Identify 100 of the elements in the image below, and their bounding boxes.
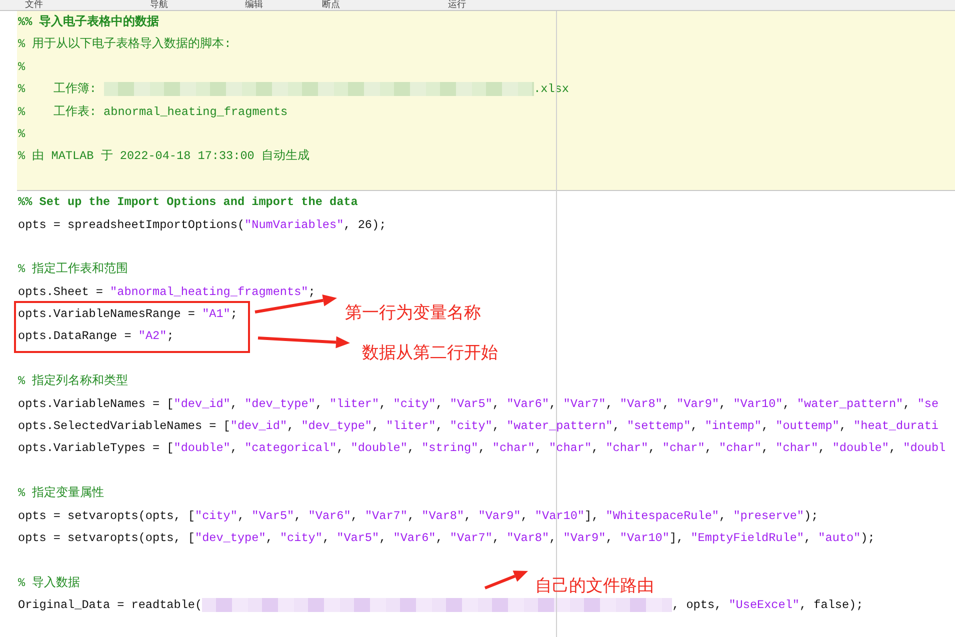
code-text: opts.SelectedVariableNames = [	[18, 418, 230, 436]
code-text: );	[860, 530, 875, 547]
string-literal: "Var8"	[506, 530, 550, 547]
string-literal: "Var6"	[506, 396, 550, 413]
code-text: ,	[266, 530, 274, 547]
code-text: ,	[592, 440, 600, 458]
code-text: ,	[818, 440, 826, 458]
code-text: ,	[762, 440, 770, 458]
code-text: ,	[379, 530, 388, 547]
code-text: ,	[287, 418, 296, 436]
string-literal: "char"	[606, 440, 648, 458]
cell-title: %% 导入电子表格中的数据	[18, 14, 160, 31]
string-literal: "char"	[719, 440, 762, 458]
string-literal: "double"	[350, 440, 408, 458]
annotation-text: 第一行为变量名称	[345, 302, 481, 324]
string-literal: "categorical"	[244, 440, 337, 458]
string-literal: "settemp"	[626, 418, 691, 436]
string-literal: "Var6"	[308, 508, 351, 525]
code-text: opts = setvaropts(opts, [	[18, 508, 195, 525]
code-text: ,	[350, 508, 359, 525]
string-literal: "water_pattern"	[796, 396, 904, 413]
string-literal: "Var5"	[252, 508, 294, 525]
code-comment: % 指定列名称和类型	[18, 373, 128, 390]
code-text: opts.VariableNamesRange =	[18, 306, 196, 324]
code-text: ,	[761, 418, 770, 436]
code-text: ,	[230, 396, 238, 413]
string-literal: "Var9"	[563, 530, 606, 547]
code-text: ,	[719, 508, 728, 525]
string-literal: "water_pattern"	[506, 418, 613, 436]
code-text: ,	[606, 530, 614, 547]
code-comment: % 导入数据	[18, 574, 80, 592]
code-text: , 26);	[344, 216, 386, 234]
string-literal: "UseExcel"	[728, 597, 800, 614]
string-literal: "char"	[549, 440, 592, 458]
string-literal: "Var5"	[336, 530, 380, 547]
code-text: ,	[648, 440, 656, 458]
code-text: , opts,	[672, 597, 723, 614]
annotation-text: 数据从第二行开始	[362, 342, 498, 364]
string-literal: "char"	[662, 440, 705, 458]
string-literal: "double"	[832, 440, 889, 458]
code-text: opts.VariableTypes = [	[18, 440, 174, 458]
code-text: ,	[549, 530, 558, 547]
code-text: ,	[719, 396, 728, 413]
string-literal: "Var7"	[563, 396, 606, 413]
code-text: opts.VariableNames = [	[18, 396, 174, 413]
code-text: ,	[294, 508, 302, 525]
code-text: ,	[436, 530, 444, 547]
string-literal: "Var6"	[393, 530, 436, 547]
string-literal: "Var9"	[478, 508, 521, 525]
code-text: ,	[492, 418, 500, 436]
string-literal: "dev_id"	[230, 418, 288, 436]
string-literal: "Var5"	[450, 396, 492, 413]
code-text: ,	[662, 396, 670, 413]
code-text: ,	[315, 396, 324, 413]
string-literal: "EmptyFieldRule"	[690, 530, 804, 547]
code-text: opts = setvaropts(opts, [	[18, 530, 195, 547]
string-literal: "A2"	[138, 328, 167, 346]
string-literal: "NumVariables"	[244, 216, 344, 234]
string-literal: "preserve"	[733, 508, 804, 525]
code-text: ,	[704, 440, 713, 458]
code-text: ,	[336, 440, 345, 458]
string-literal: "doubl	[903, 440, 946, 458]
string-literal: "Var8"	[620, 396, 662, 413]
code-comment: % 指定变量属性	[18, 485, 104, 502]
string-literal: "dev_id"	[174, 396, 230, 413]
code-text: ,	[804, 530, 812, 547]
string-literal: "liter"	[330, 396, 380, 413]
string-literal: "string"	[422, 440, 478, 458]
code-text: ;	[230, 306, 238, 324]
code-text: ,	[464, 508, 472, 525]
code-text: ,	[520, 508, 529, 525]
code-text: ,	[888, 440, 898, 458]
code-text: ;	[308, 284, 316, 301]
code-comment: % 工作簿:	[18, 81, 98, 98]
code-text: ,	[230, 440, 238, 458]
code-comment: % 由 MATLAB 于 2022-04-18 17:33:00 自动生成	[18, 148, 310, 166]
code-text: Original_Data = readtable(	[18, 597, 202, 614]
code-text: ,	[782, 396, 791, 413]
code-text: ,	[322, 530, 331, 547]
code-comment: % 用于从以下电子表格导入数据的脚本:	[18, 36, 232, 54]
code-comment: % 指定工作表和范围	[18, 261, 128, 278]
code-text: ,	[407, 440, 416, 458]
string-literal: "char"	[492, 440, 535, 458]
string-literal: "intemp"	[704, 418, 762, 436]
string-literal: "Var10"	[534, 508, 584, 525]
string-literal: "se	[917, 396, 939, 413]
string-literal: "heat_durati	[854, 418, 938, 436]
string-literal: "abnormal_heating_fragments"	[110, 284, 308, 301]
code-text: ,	[606, 396, 614, 413]
code-text: ],	[669, 530, 685, 547]
string-literal: "dev_type"	[194, 530, 266, 547]
string-literal: "liter"	[386, 418, 436, 436]
code-text: opts = spreadsheetImportOptions(	[18, 216, 245, 234]
string-literal: "Var10"	[733, 396, 783, 413]
code-text: ,	[372, 418, 380, 436]
code-text: ,	[492, 396, 500, 413]
string-literal: "dev_type"	[301, 418, 372, 436]
code-text: ,	[549, 396, 558, 413]
code-text: opts.DataRange =	[18, 328, 132, 346]
code-text: ,	[534, 440, 543, 458]
